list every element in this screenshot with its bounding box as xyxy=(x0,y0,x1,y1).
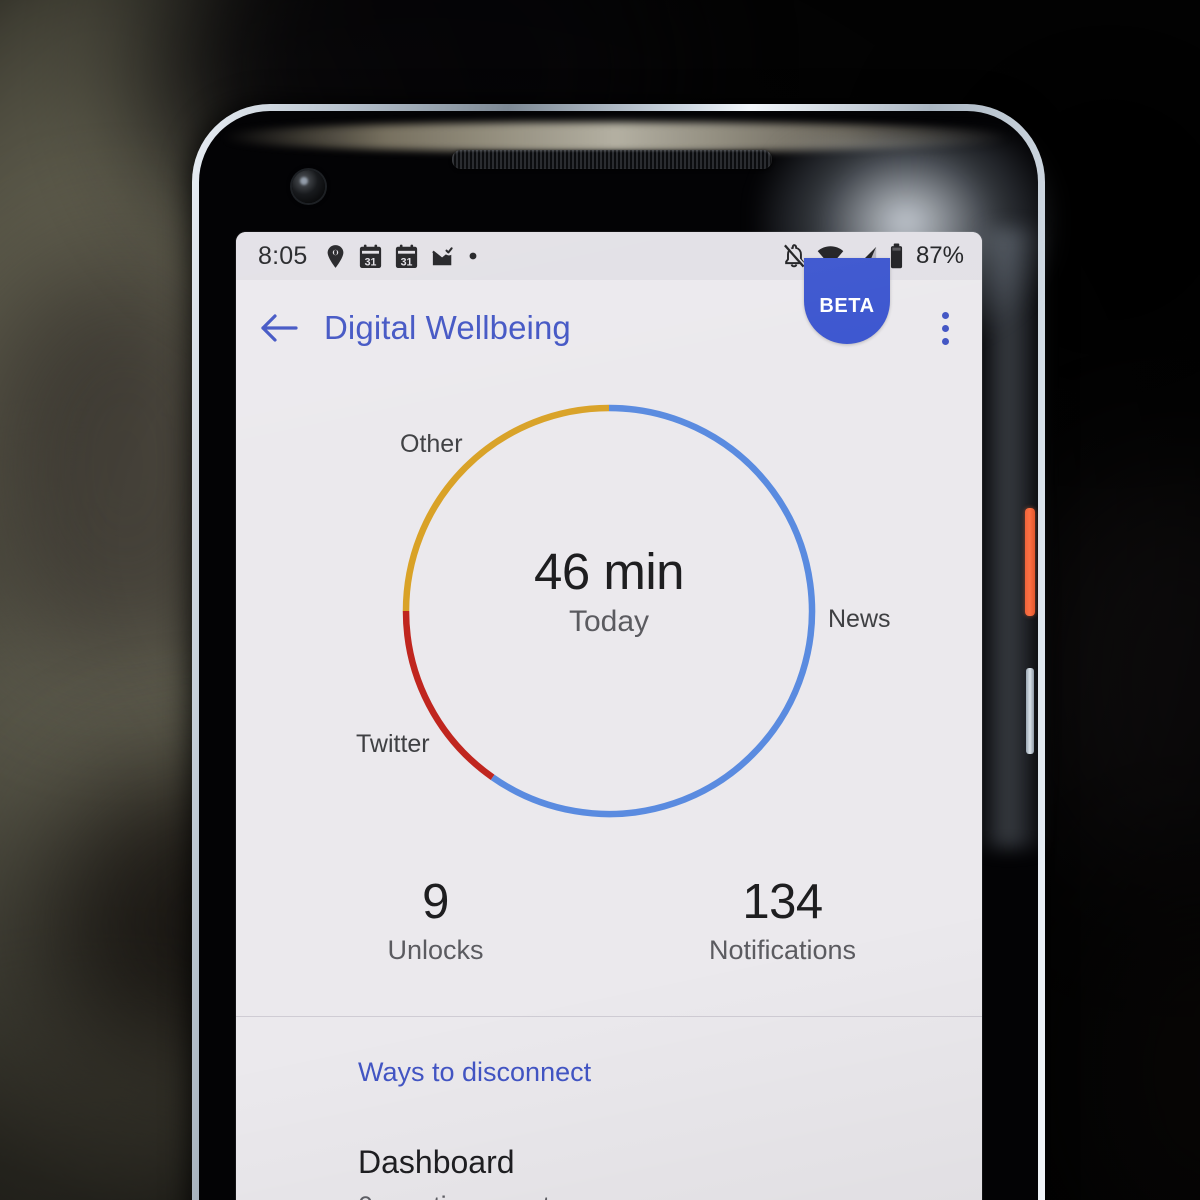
kebab-dot-icon xyxy=(941,337,949,345)
calendar-31-icon: 31 xyxy=(396,244,418,268)
battery-icon xyxy=(890,243,903,269)
kebab-dot-icon xyxy=(941,311,949,319)
list-item-dashboard[interactable]: Dashboard 0 app timers set xyxy=(236,1088,982,1200)
unlocks-value: 9 xyxy=(422,875,449,929)
earpiece-speaker-icon xyxy=(452,150,772,169)
unlocks-label: Unlocks xyxy=(387,934,484,965)
bezel-edge-reflection xyxy=(976,228,1046,848)
back-button[interactable] xyxy=(258,306,302,350)
total-screen-time: 46 min xyxy=(533,543,685,600)
volume-rocker-button[interactable] xyxy=(1026,668,1034,754)
notifications-off-icon xyxy=(784,243,806,268)
app-bar: Digital Wellbeing BETA xyxy=(236,258,982,376)
usage-donut-chart[interactable]: 46 min Today Other News Twitter xyxy=(236,376,982,876)
daily-stats-row: 9 Unlocks 134 Notifications xyxy=(236,876,982,966)
segment-label-news: News xyxy=(828,605,891,633)
bezel-glare xyxy=(206,122,1026,152)
beta-badge-label: BETA xyxy=(819,295,875,317)
back-arrow-icon xyxy=(261,314,298,342)
segment-label-other: Other xyxy=(400,430,463,458)
front-camera-icon xyxy=(292,170,325,203)
calendar-31-icon: 31 xyxy=(360,244,382,268)
location-pin-icon xyxy=(328,244,344,268)
page-title: Digital Wellbeing xyxy=(324,309,571,346)
phone-device: 8:05 31 31 87% Digital Wellbeing BETA 46… xyxy=(192,104,1056,1200)
segment-label-twitter: Twitter xyxy=(356,730,430,758)
status-bar-notification-icons: 31 31 xyxy=(325,244,478,269)
svg-text:31: 31 xyxy=(365,256,377,268)
overflow-menu-button[interactable] xyxy=(930,305,960,351)
stat-unlocks[interactable]: 9 Unlocks xyxy=(262,876,609,966)
section-header-ways-to-disconnect: Ways to disconnect xyxy=(358,1056,592,1087)
dashboard-title: Dashboard xyxy=(358,1143,515,1180)
notifications-label: Notifications xyxy=(708,934,857,965)
power-button[interactable] xyxy=(1025,508,1035,616)
beta-badge: BETA xyxy=(804,258,890,344)
battery-percentage: 87% xyxy=(915,242,964,269)
kebab-dot-icon xyxy=(941,324,949,332)
status-bar-clock: 8:05 xyxy=(258,241,308,270)
stat-notifications[interactable]: 134 Notifications xyxy=(609,876,956,966)
dot-icon xyxy=(470,252,477,260)
mail-icon xyxy=(432,245,455,265)
notifications-value: 134 xyxy=(742,875,823,929)
phone-screen: 8:05 31 31 87% Digital Wellbeing BETA 46… xyxy=(236,232,982,1200)
dashboard-subtitle: 0 app timers set xyxy=(358,1191,982,1200)
main-content: 46 min Today Other News Twitter 9 Unlock… xyxy=(236,376,982,1200)
svg-text:31: 31 xyxy=(401,256,413,268)
